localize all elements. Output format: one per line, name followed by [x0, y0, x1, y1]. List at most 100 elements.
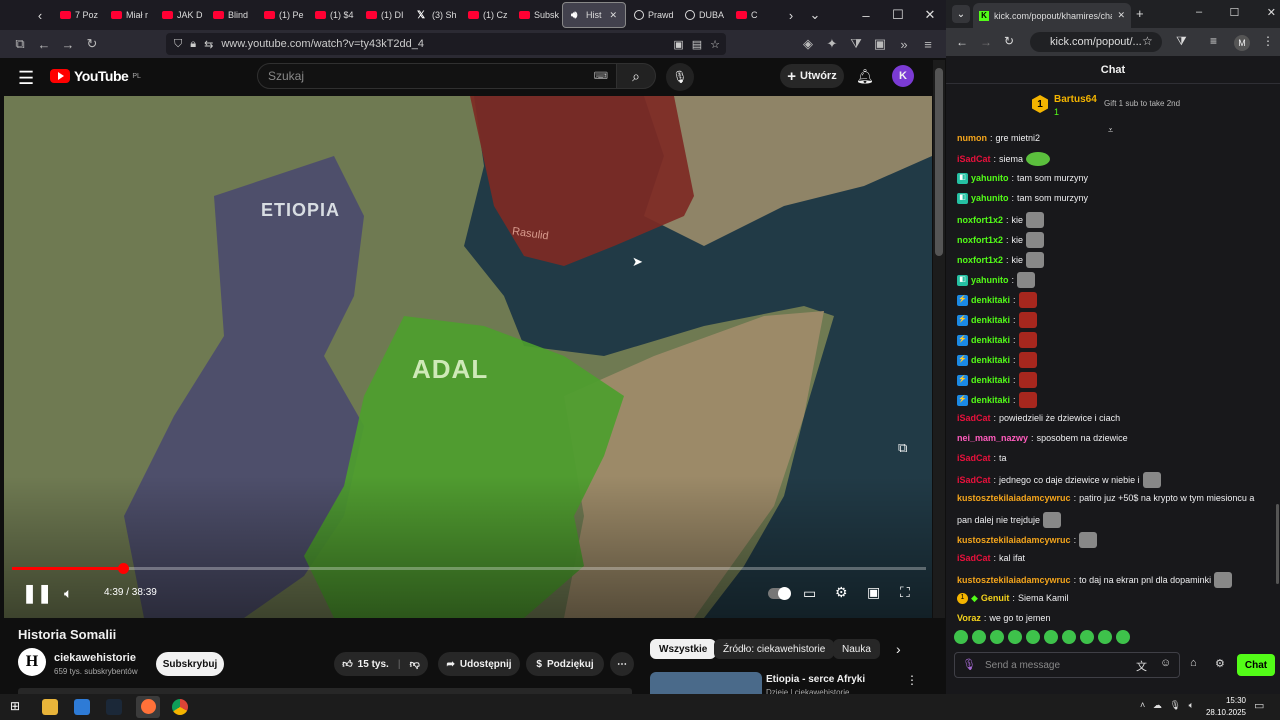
account-avatar[interactable]: K: [892, 65, 914, 87]
scrollbar-thumb[interactable]: [935, 68, 943, 256]
rec-more-icon[interactable]: ⋮: [906, 673, 918, 687]
chat-username[interactable]: yahunito: [971, 274, 1009, 286]
tab-search-icon[interactable]: ⌄: [952, 5, 970, 23]
browser-tab[interactable]: Miał r: [103, 2, 154, 28]
rec-title[interactable]: Etiopia - serce Afryki: [766, 674, 865, 685]
thumbs-up-icon[interactable]: 👍︎: [342, 658, 352, 670]
url-bar[interactable]: ⛉ 🔒︎ ⇆ www.youtube.com/watch?v=ty43kT2dd…: [166, 33, 726, 55]
browser-tab[interactable]: DUBA: [677, 2, 728, 28]
chat-emote-icon[interactable]: [1026, 252, 1045, 268]
menu-icon[interactable]: ≡: [916, 37, 940, 52]
clock[interactable]: 15:30 28.10.2025: [1200, 695, 1246, 719]
settings-gear-icon[interactable]: ⚙: [835, 584, 848, 601]
bookmark-star-icon[interactable]: ☆: [710, 38, 720, 51]
chat-emote-icon[interactable]: [1018, 392, 1037, 408]
pause-icon[interactable]: ❚❚: [22, 583, 52, 604]
mic-icon[interactable]: 🎙︎: [962, 658, 976, 671]
maximize-button[interactable]: ☐: [882, 7, 914, 23]
chrome-bookmark-icon[interactable]: ☆: [1142, 34, 1153, 48]
quick-emote-icon[interactable]: [990, 630, 1004, 644]
extension-fox-icon[interactable]: ✦: [820, 36, 844, 52]
chrome-close-button[interactable]: ✕: [1267, 6, 1276, 19]
chat-username[interactable]: denkitaki: [971, 394, 1010, 406]
chat-username[interactable]: denkitaki: [971, 294, 1010, 306]
tray-chevron-icon[interactable]: ˄: [1140, 700, 1145, 711]
hamburger-menu-icon[interactable]: ☰: [18, 68, 34, 89]
chat-scrollbar[interactable]: [1276, 504, 1279, 584]
tab-list-icon[interactable]: ⌄: [803, 0, 827, 30]
chat-emote-icon[interactable]: [1018, 372, 1037, 388]
notifications-icon[interactable]: ▭: [1254, 699, 1264, 712]
speaker-icon[interactable]: 🔈︎: [1189, 700, 1194, 711]
translate-icon[interactable]: 文: [1136, 658, 1147, 674]
chat-username[interactable]: Genuit: [981, 592, 1010, 604]
close-tab-icon[interactable]: ✕: [1117, 10, 1125, 21]
chat-settings-icon[interactable]: ⚙: [1215, 657, 1225, 670]
more-actions-button[interactable]: ⋯: [610, 652, 634, 676]
chat-emote-icon[interactable]: [1214, 572, 1233, 588]
chrome-icon[interactable]: [172, 699, 188, 715]
chat-emote-icon[interactable]: [1017, 272, 1036, 288]
bell-icon[interactable]: 🔔︎: [856, 68, 874, 85]
chat-username[interactable]: denkitaki: [971, 374, 1010, 386]
search-button[interactable]: ⌕: [616, 63, 656, 89]
file-explorer-icon[interactable]: [42, 699, 58, 715]
taskbar-app-icon[interactable]: [74, 699, 90, 715]
chips-next-icon[interactable]: ›: [896, 641, 901, 657]
chat-emote-icon[interactable]: [1142, 472, 1161, 488]
tab-scroll-right-icon[interactable]: ›: [779, 0, 803, 30]
chrome-menu-icon[interactable]: ⋮: [1262, 34, 1274, 48]
quick-emote-icon[interactable]: [1026, 630, 1040, 644]
chip-source[interactable]: Źródło: ciekawehistorie: [714, 639, 835, 659]
chat-username[interactable]: yahunito: [971, 192, 1009, 204]
video-player[interactable]: ETIOPIA ADAL Rasulid ➤ ⧉: [4, 96, 932, 618]
forward-icon[interactable]: →: [56, 37, 80, 52]
progress-knob[interactable]: [117, 563, 129, 574]
mic-tray-icon[interactable]: 🎙︎: [1170, 700, 1181, 711]
page-scrollbar[interactable]: [933, 60, 945, 694]
chat-username[interactable]: yahunito: [971, 172, 1009, 184]
chat-emote-icon[interactable]: [1018, 292, 1037, 308]
close-window-button[interactable]: ✕: [914, 7, 946, 23]
theater-mode-icon[interactable]: ▣: [867, 584, 880, 601]
chip-all[interactable]: Wszystkie: [650, 639, 717, 659]
browser-tab[interactable]: (1) DI: [358, 2, 409, 28]
pip-icon[interactable]: ▣: [673, 38, 683, 51]
extensions-icon[interactable]: ⧩: [844, 36, 868, 52]
chrome-media-icon[interactable]: ≡: [1210, 34, 1217, 48]
browser-tab[interactable]: Prawd: [626, 2, 677, 28]
chat-emote-icon[interactable]: [1079, 532, 1098, 548]
browser-tab[interactable]: C: [728, 2, 779, 28]
gift-sub-text[interactable]: Gift 1 sub to take 2nd: [1104, 99, 1180, 108]
chat-username[interactable]: noxfort1x2: [957, 234, 1003, 246]
reload-icon[interactable]: ↻: [80, 36, 104, 52]
chip-science[interactable]: Nauka: [833, 639, 880, 659]
chat-username[interactable]: Voraz: [957, 612, 981, 624]
thumbs-down-icon[interactable]: 👎︎: [410, 658, 420, 670]
store-icon[interactable]: ⌂: [1190, 657, 1197, 669]
new-tab-icon[interactable]: +: [1136, 6, 1144, 21]
reader-icon[interactable]: ▤: [692, 38, 702, 51]
miniplayer-icon[interactable]: ⧉: [898, 440, 907, 456]
browser-tab[interactable]: (1) $4: [307, 2, 358, 28]
quick-emote-icon[interactable]: [1080, 630, 1094, 644]
start-icon[interactable]: ⊞: [10, 699, 26, 715]
firefox-taskbar-item[interactable]: [136, 696, 160, 718]
chat-emote-icon[interactable]: [1043, 512, 1062, 528]
chat-username[interactable]: iSadCat: [957, 452, 991, 464]
voice-search-button[interactable]: 🎙︎: [666, 63, 694, 91]
chat-username[interactable]: iSadCat: [957, 153, 991, 165]
keyboard-icon[interactable]: ⌨: [594, 71, 608, 82]
quick-emote-icon[interactable]: [1116, 630, 1130, 644]
chat-username[interactable]: noxfort1x2: [957, 254, 1003, 266]
chrome-profile-avatar[interactable]: M: [1234, 35, 1250, 51]
chat-emote-icon[interactable]: [1018, 312, 1037, 328]
browser-tab[interactable]: JAK D: [154, 2, 205, 28]
chat-username[interactable]: denkitaki: [971, 314, 1010, 326]
chrome-back-icon[interactable]: ←: [956, 35, 968, 49]
search-input[interactable]: Szukaj ⌨: [257, 63, 617, 89]
autoplay-toggle[interactable]: [768, 587, 791, 600]
chat-username[interactable]: iSadCat: [957, 474, 991, 486]
chat-username[interactable]: iSadCat: [957, 412, 991, 424]
rec-thumbnail[interactable]: [650, 672, 762, 694]
